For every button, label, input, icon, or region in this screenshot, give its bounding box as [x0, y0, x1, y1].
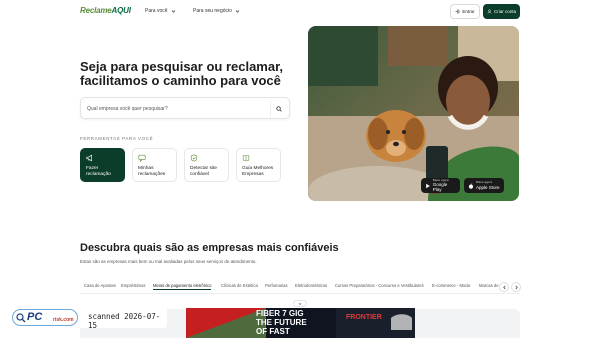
watermark-pc: PC — [27, 311, 43, 323]
chat-icon — [138, 154, 146, 162]
tab-category[interactable]: Empréstimos — [121, 283, 145, 288]
nav-business-label: Para seu negócio — [193, 8, 232, 14]
tool-label: Minhas reclamações — [138, 166, 166, 177]
tool-make-complaint[interactable]: Fazer reclamação — [80, 148, 125, 182]
magnifier-icon — [16, 313, 26, 323]
tool-label: Detectar site confiável — [190, 166, 217, 177]
nav-for-you[interactable]: Para você — [145, 8, 176, 14]
watermark-badge: PC risk.com scanned 2026-07-15 — [10, 307, 167, 330]
pcrisk-logo: PC risk.com — [12, 309, 78, 326]
tabs-divider — [80, 293, 520, 294]
tool-detect-site[interactable]: Detectar site confiável — [184, 148, 229, 182]
login-button[interactable]: Entrar — [450, 4, 480, 19]
top-header: ReclameAQUI Para você Para seu negócio E… — [0, 0, 600, 24]
tab-category[interactable]: Eletrodomésticos — [295, 283, 327, 288]
tab-category[interactable]: Clínicas de Estética — [221, 283, 258, 288]
tabs-next-button[interactable] — [511, 282, 521, 292]
tab-category[interactable]: Cursos Preparatórios - Concurso e Vestib… — [335, 283, 424, 288]
login-label: Entrar — [462, 9, 475, 14]
shield-check-icon — [190, 154, 198, 162]
chevron-left-icon — [502, 285, 505, 289]
tab-category[interactable]: Marcas de — [479, 283, 499, 288]
search-placeholder[interactable]: Qual empresa você quer pesquisar? — [87, 106, 168, 112]
apple-store-badge[interactable]: Baixe agora Apple Store — [464, 178, 504, 193]
tab-category[interactable]: E-commerce - Moda — [432, 283, 470, 288]
search-icon — [275, 106, 282, 112]
chevron-down-icon — [298, 302, 302, 305]
chevron-down-icon — [235, 9, 240, 13]
chevron-down-icon — [171, 9, 175, 13]
watermark-scan-text: scanned 2026-07-15 — [88, 312, 161, 330]
rankings-subtitle: Estas são as empresas mais bem ou mal av… — [80, 259, 257, 264]
nav-for-you-label: Para você — [145, 8, 168, 14]
ad-headline-1: FIBER 7 GIG — [256, 309, 304, 318]
logo-text-aqui: AQUI — [111, 6, 131, 15]
watermark-risk: risk.com — [53, 317, 74, 323]
google-play-badge[interactable]: Baixe agora Google Play — [421, 178, 460, 193]
ad-headline-2: THE FUTURE — [256, 318, 307, 327]
hero-title: Seja para pesquisar ou reclamar, facilit… — [80, 59, 284, 88]
user-icon — [487, 9, 492, 14]
book-icon — [242, 155, 250, 161]
tool-my-complaints[interactable]: Minhas reclamações — [132, 148, 177, 182]
tab-category[interactable]: Casa de Apostas — [84, 283, 116, 288]
rankings-title: Descubra quais são as empresas mais conf… — [80, 242, 339, 254]
logo-text-reclame: Reclame — [80, 6, 112, 15]
tool-best-companies-guide[interactable]: Guia Melhores Empresas — [236, 148, 281, 182]
google-play-label: Google Play — [432, 182, 448, 193]
ad-banner[interactable]: FIBER 7 GIG THE FUTURE OF FAST FRONTIER — [186, 308, 415, 338]
google-play-icon — [426, 183, 430, 188]
create-account-button[interactable]: Criar conta — [483, 4, 520, 19]
apple-store-label: Apple Store — [476, 184, 500, 190]
megaphone-icon — [86, 154, 92, 162]
tab-category[interactable]: Perfumarias — [265, 283, 288, 288]
tab-category-active[interactable]: Meios de pagamento eletrônico — [153, 283, 212, 290]
ad-brand: FRONTIER — [346, 314, 382, 321]
chevron-right-icon — [515, 285, 518, 289]
hero-photo-illustration — [308, 26, 519, 201]
scroll-down-chip[interactable] — [293, 300, 307, 307]
login-icon — [455, 9, 460, 14]
ad-headline-3: OF FAST — [256, 327, 290, 336]
company-search[interactable]: Qual empresa você quer pesquisar? — [80, 97, 290, 119]
tabs-prev-button[interactable] — [499, 282, 509, 292]
hero-photo — [308, 26, 519, 201]
category-tabs: Casa de Apostas Empréstimos Meios de pag… — [80, 281, 500, 291]
tool-label: Guia Melhores Empresas — [242, 166, 274, 177]
site-logo[interactable]: ReclameAQUI — [80, 6, 131, 15]
search-button[interactable] — [270, 101, 286, 117]
tools-section-label: FERRAMENTAS PARA VOCÊ — [80, 136, 154, 141]
tool-label: Fazer reclamação — [86, 166, 111, 177]
apple-icon — [468, 182, 474, 189]
nav-business[interactable]: Para seu negócio — [193, 8, 240, 14]
create-account-label: Criar conta — [493, 9, 516, 14]
